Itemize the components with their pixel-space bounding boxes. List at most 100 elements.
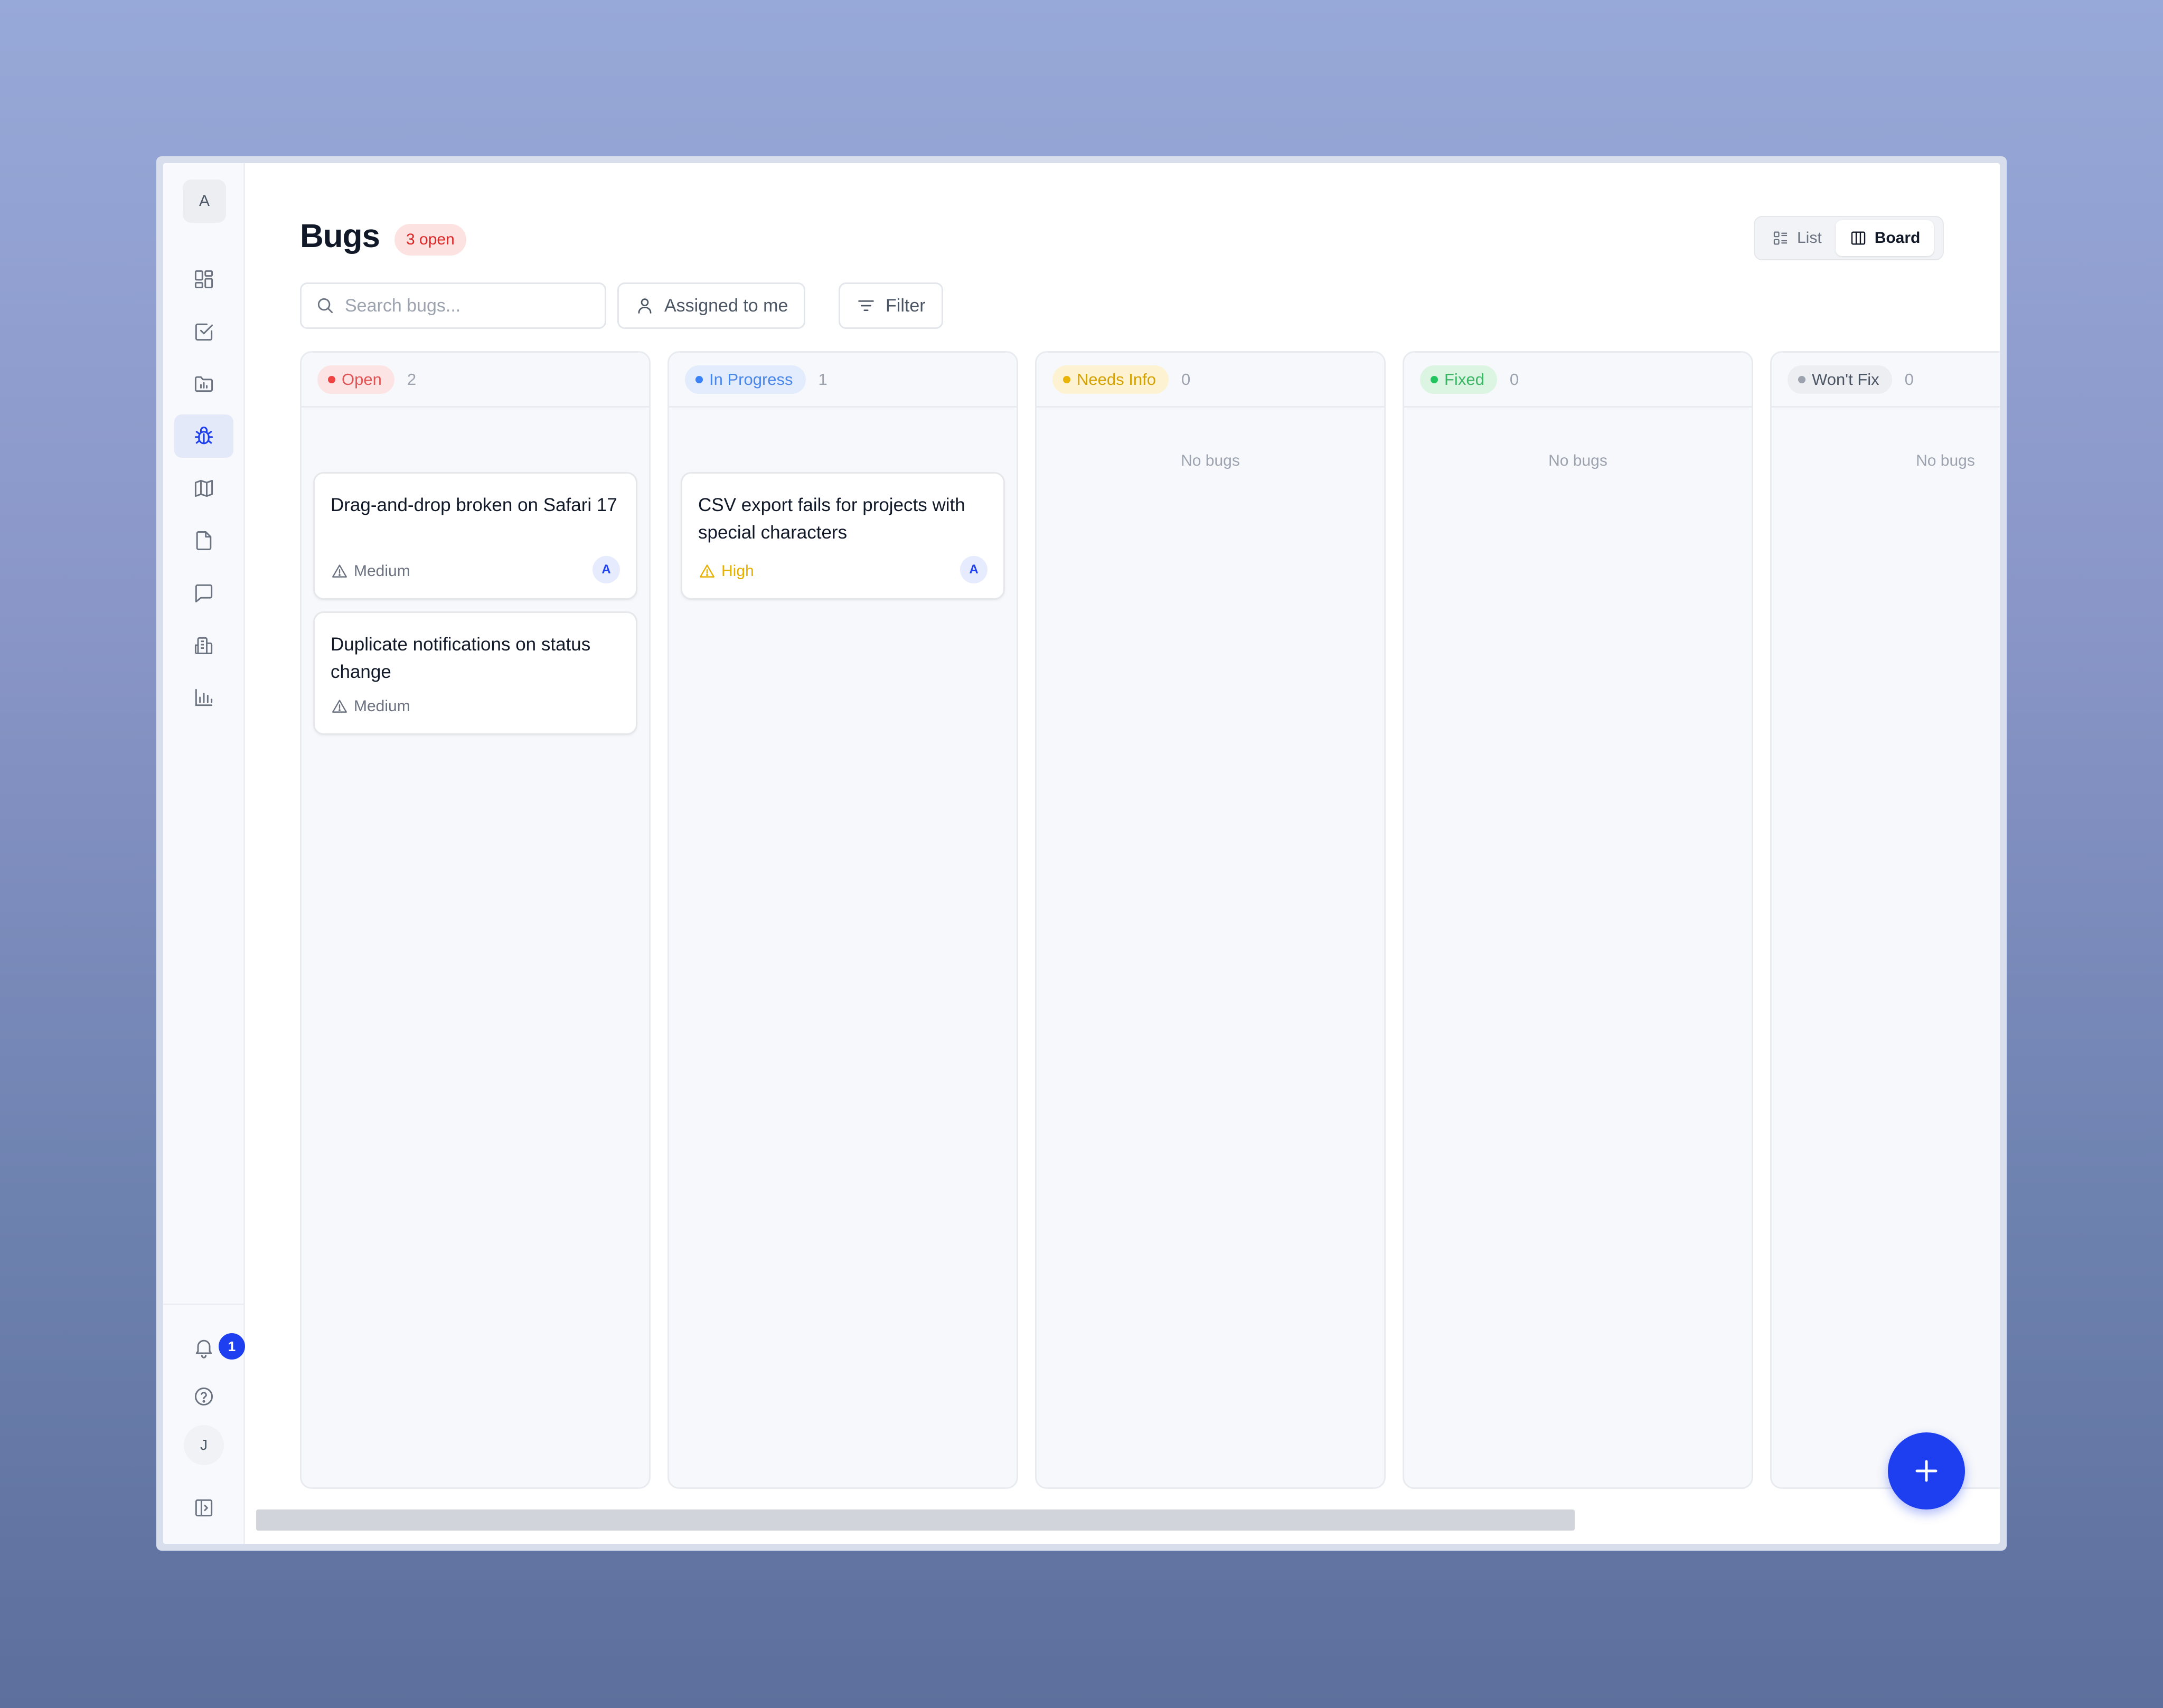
help-icon (194, 1387, 213, 1406)
bug-card[interactable]: Drag-and-drop broken on Safari 17 Medium A (313, 472, 637, 600)
column-header: In Progress 1 (669, 353, 1017, 408)
column-header: Needs Info 0 (1037, 353, 1384, 408)
board-column: Needs Info 0 No bugs (1035, 351, 1386, 1489)
horizontal-scrollbar[interactable] (256, 1509, 1575, 1531)
board-column: Open 2 Drag-and-drop broken on Safari 17 Me… (300, 351, 651, 1489)
empty-column-message: No bugs (1181, 452, 1240, 469)
workspace-avatar[interactable]: A (183, 180, 226, 223)
dashboard-icon (194, 270, 213, 289)
notification-count-badge: 1 (219, 1333, 245, 1360)
priority-indicator: Medium (331, 697, 410, 715)
status-badge: Fixed (1420, 365, 1497, 394)
priority-label: Medium (354, 562, 410, 580)
bar-chart-icon (195, 688, 213, 706)
status-label: Won't Fix (1812, 370, 1879, 389)
sidebar-item-projects[interactable] (174, 362, 233, 405)
document-icon (196, 531, 212, 550)
priority-indicator: Medium (331, 562, 410, 580)
status-badge: Open (317, 365, 394, 394)
search-input[interactable] (345, 295, 588, 316)
status-badge: In Progress (685, 365, 806, 394)
app-window: A 1 J Bugs 3 open List Board Search bugs… (156, 156, 2007, 1551)
folder-chart-icon (194, 376, 213, 392)
filter-icon (858, 300, 874, 312)
status-label: In Progress (709, 370, 793, 389)
message-icon (195, 584, 213, 602)
board-icon (1851, 231, 1865, 245)
user-avatar[interactable]: J (184, 1425, 224, 1465)
sidebar-divider (163, 1304, 245, 1305)
notifications-button[interactable]: 1 (174, 1326, 245, 1369)
column-count: 0 (1509, 370, 1519, 389)
column-count: 0 (1904, 370, 1914, 389)
sidebar-item-messages[interactable] (174, 571, 233, 615)
board-view-button[interactable]: Board (1835, 220, 1934, 256)
bell-icon (195, 1339, 212, 1358)
empty-column-message: No bugs (1548, 452, 1607, 469)
sidebar-item-bugs[interactable] (174, 414, 233, 458)
sidebar-item-docs[interactable] (174, 519, 233, 562)
bug-card[interactable]: CSV export fails for projects with speci… (681, 472, 1005, 600)
assignee-avatar[interactable]: A (960, 556, 988, 583)
sidebar: A 1 J (163, 163, 245, 1544)
list-icon (1773, 231, 1788, 245)
view-toggle: List Board (1754, 216, 1944, 260)
warning-icon (700, 564, 714, 578)
assigned-to-me-label: Assigned to me (664, 295, 788, 316)
building-icon (194, 637, 213, 655)
sidebar-item-tasks[interactable] (174, 310, 233, 353)
plus-icon (1915, 1460, 1938, 1482)
priority-label: Medium (354, 697, 410, 715)
status-dot (1798, 375, 1805, 383)
status-dot (1431, 375, 1438, 383)
empty-column-message: No bugs (1916, 452, 1975, 469)
help-button[interactable] (174, 1375, 233, 1418)
bug-card[interactable]: Duplicate notifications on status change… (313, 611, 637, 735)
sidebar-item-reports[interactable] (174, 676, 233, 719)
page-title: Bugs (300, 218, 380, 254)
column-header: Fixed 0 (1404, 353, 1752, 408)
status-badge: Needs Info (1052, 365, 1169, 394)
sidebar-item-roadmap[interactable] (174, 467, 233, 510)
assigned-to-me-button[interactable]: Assigned to me (617, 282, 806, 329)
status-label: Open (342, 370, 382, 389)
status-label: Needs Info (1077, 370, 1156, 389)
app-frame: A 1 J Bugs 3 open List Board Search bugs… (163, 163, 2000, 1544)
sidebar-item-companies[interactable] (174, 624, 233, 667)
column-count: 1 (818, 370, 827, 389)
bug-title: CSV export fails for projects with speci… (698, 495, 965, 543)
list-view-label: List (1797, 229, 1822, 247)
open-count-badge: 3 open (394, 224, 466, 256)
sidebar-item-dashboard[interactable] (174, 258, 233, 301)
status-dot (1063, 375, 1070, 383)
filter-label: Filter (886, 295, 926, 316)
sidebar-toggle-icon (195, 1499, 213, 1517)
search-icon (317, 298, 333, 314)
priority-indicator: High (698, 562, 754, 580)
add-bug-button[interactable] (1888, 1432, 1965, 1509)
checkbox-icon (195, 323, 213, 341)
board-view-label: Board (1874, 229, 1921, 247)
list-view-button[interactable]: List (1758, 220, 1836, 256)
bug-icon (194, 427, 213, 445)
column-header: Open 2 (302, 353, 649, 408)
assignee-avatar[interactable]: A (593, 556, 620, 583)
warning-icon (332, 700, 347, 713)
search-box[interactable] (300, 282, 606, 329)
status-dot (328, 375, 335, 383)
status-dot (695, 375, 703, 383)
warning-icon (332, 564, 347, 578)
board-column: Won't Fix 0 No bugs (1770, 351, 2000, 1489)
priority-label: High (721, 562, 754, 580)
map-icon (194, 479, 213, 497)
bug-title: Drag-and-drop broken on Safari 17 (331, 495, 617, 515)
user-icon (638, 298, 652, 314)
filter-button[interactable]: Filter (839, 282, 943, 329)
column-count: 2 (407, 370, 417, 389)
board-column: Fixed 0 No bugs (1403, 351, 1753, 1489)
column-count: 0 (1181, 370, 1191, 389)
collapse-sidebar-button[interactable] (174, 1486, 233, 1530)
bug-title: Duplicate notifications on status change (331, 634, 591, 682)
status-label: Fixed (1444, 370, 1484, 389)
board-column: In Progress 1 CSV export fails for project… (667, 351, 1018, 1489)
